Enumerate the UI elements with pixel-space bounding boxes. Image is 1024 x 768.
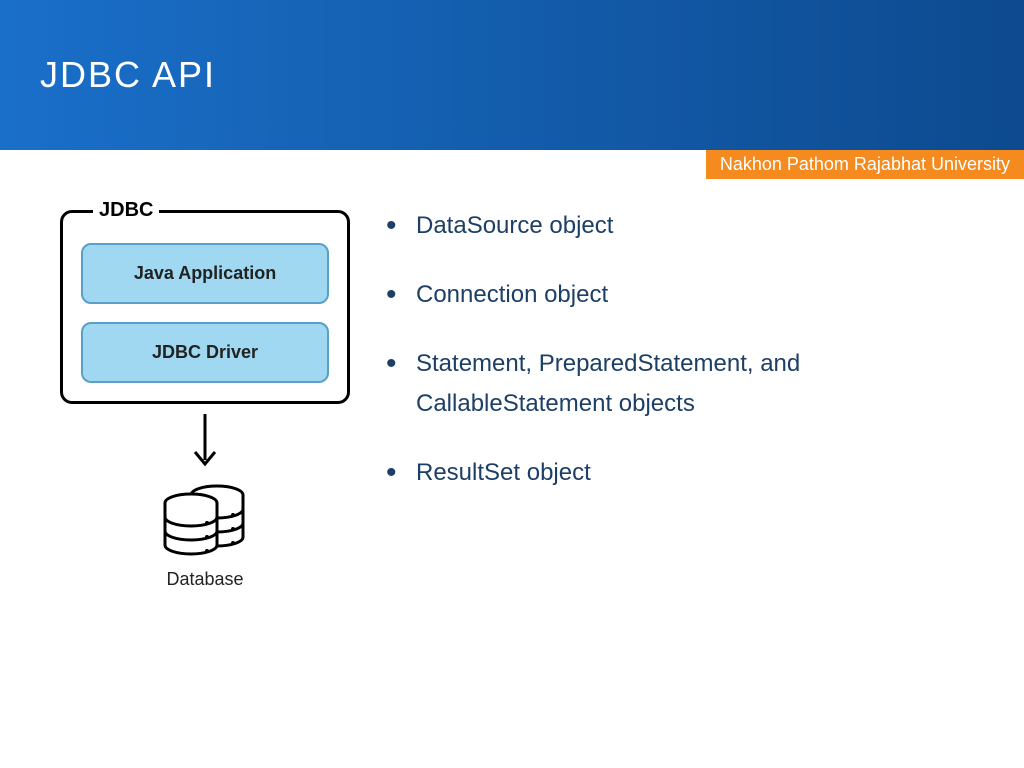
jdbc-group-label: JDBC [93,199,159,222]
slide-content: JDBC Java Application JDBC Driver [0,150,1024,590]
list-item: Connection object [380,275,984,316]
jdbc-group-box: JDBC Java Application JDBC Driver [60,210,350,404]
slide-title: JDBC API [40,54,216,96]
jdbc-driver-box: JDBC Driver [81,322,329,383]
list-item: Statement, PreparedStatement, and Callab… [380,344,984,426]
java-application-box: Java Application [81,243,329,304]
bullet-list: DataSource object Connection object Stat… [380,200,984,590]
list-item: DataSource object [380,206,984,247]
down-arrow-icon [60,412,350,479]
database-icon [155,483,255,563]
database-label: Database [60,569,350,590]
university-banner: Nakhon Pathom Rajabhat University [706,150,1024,179]
jdbc-diagram: JDBC Java Application JDBC Driver [60,200,350,590]
list-item: ResultSet object [380,453,984,494]
slide-header: JDBC API [0,0,1024,150]
